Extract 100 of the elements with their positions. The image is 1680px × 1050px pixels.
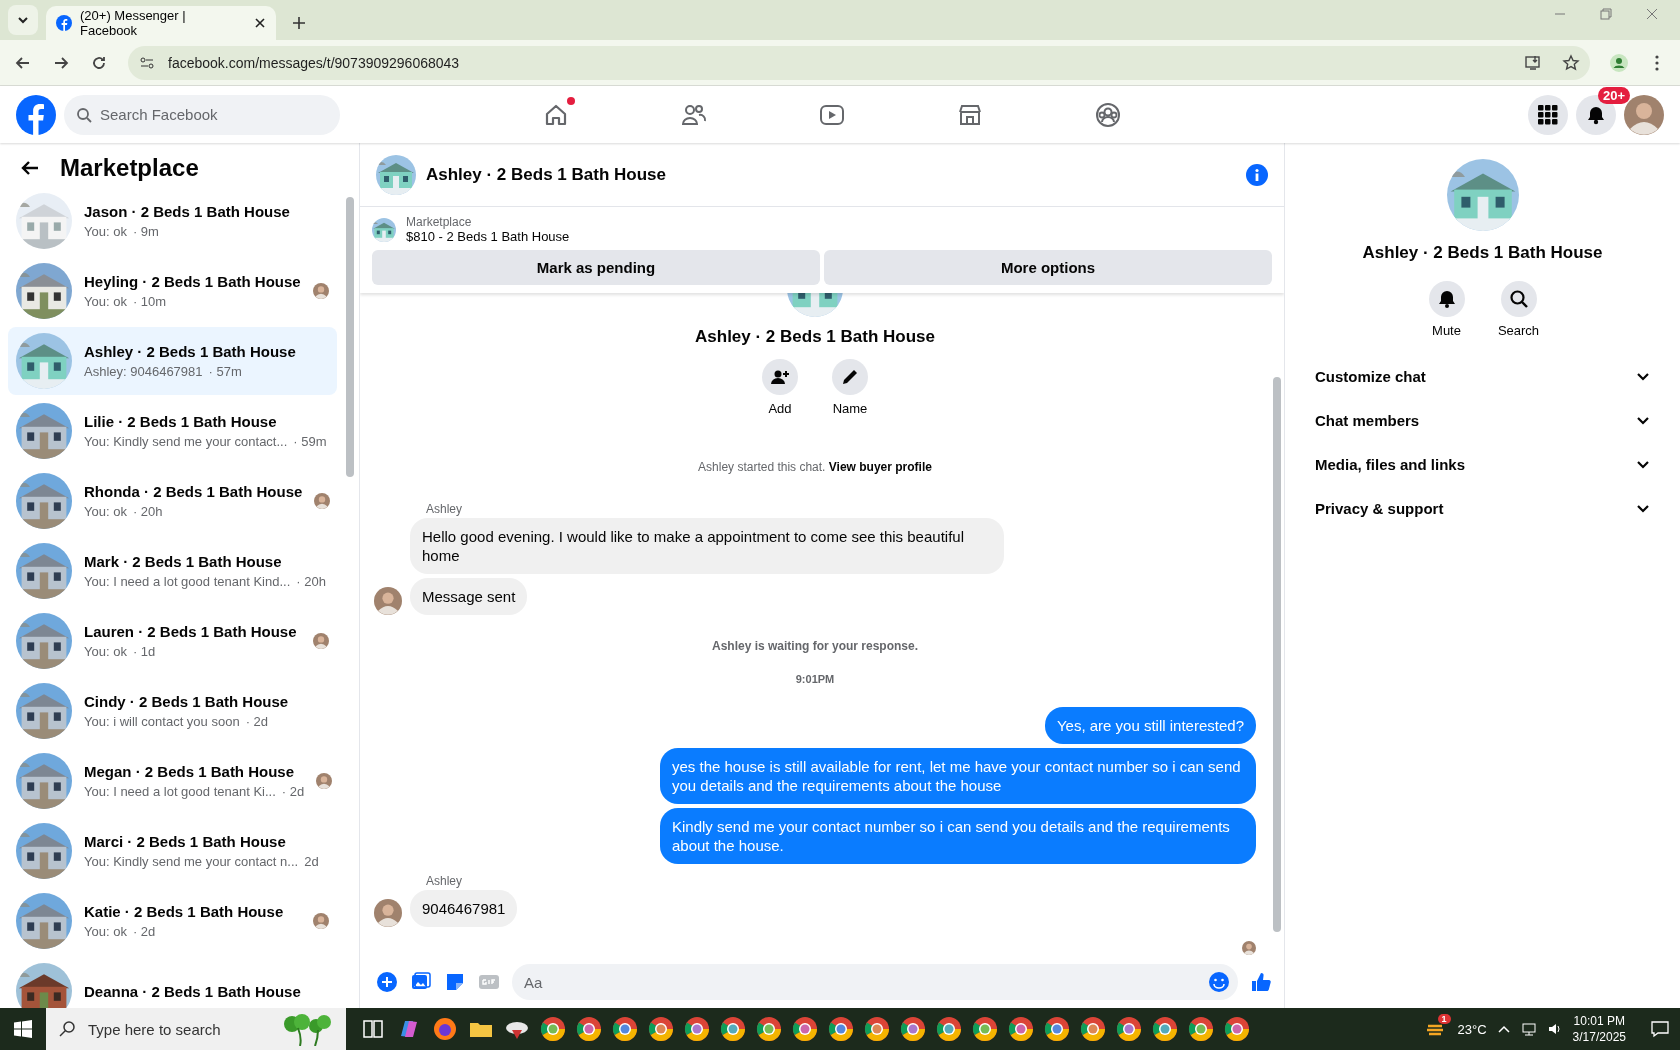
chrome-icon[interactable] [1224,1016,1250,1042]
message-bubble: Kindly send me your contact number so i can send you details and the requirements about the house. [660,808,1256,864]
conversation-name: Katie · 2 Beds 1 Bath House [84,903,285,920]
chrome-icon[interactable] [720,1016,746,1042]
chrome-icon[interactable] [1080,1016,1106,1042]
action-button[interactable]: Mark as pending [372,250,820,285]
message-time: · 59m [293,434,327,449]
conversation-name: Mark · 2 Beds 1 Bath House [84,553,283,570]
bookmark-star-icon[interactable] [1562,54,1580,72]
message-bubble: Message sent [410,578,528,615]
speaker-icon[interactable] [1546,1021,1563,1037]
chrome-icon[interactable] [540,1016,566,1042]
emoji-icon[interactable] [1208,971,1230,993]
tab-search-button[interactable] [8,5,38,35]
message-preview: You: ok [84,224,127,239]
start-icon[interactable] [14,1020,32,1038]
facebook-logo-icon[interactable] [16,94,56,135]
add-button[interactable] [762,359,798,395]
search-button[interactable] [1500,281,1537,317]
message-time: · 20h [296,574,326,589]
message-preview: You: ok [84,924,127,939]
details-title: Ashley · 2 Beds 1 Bath House [1362,243,1603,263]
chrome-icon[interactable] [936,1016,962,1042]
pencil-icon [840,367,860,387]
conversation-item[interactable]: Katie · 2 Beds 1 Bath House You: ok · 2d [8,887,337,955]
notification-center-icon[interactable] [1650,1019,1670,1039]
new-tab-icon[interactable] [292,16,306,30]
conversation-name: Marci · 2 Beds 1 Bath House [84,833,287,850]
sidebar-title: Marketplace [60,154,199,182]
search-field[interactable]: Search Facebook [64,94,340,135]
section-header[interactable]: Privacy & support [1301,486,1664,530]
conversation-item[interactable]: Heyling · 2 Beds 1 Bath House You: ok · 10m [8,257,337,325]
conversation-name: Heyling · 2 Beds 1 Bath House [84,273,301,290]
chrome-icon[interactable] [1116,1016,1142,1042]
groups-icon[interactable] [1094,100,1122,129]
site-settings-icon[interactable] [138,54,156,72]
chrome-icon[interactable] [684,1016,710,1042]
action-label: Mute [1432,323,1461,338]
conversation-item[interactable]: Marci · 2 Beds 1 Bath House You: Kindly send me your contact n... 2d [8,817,337,885]
close-icon[interactable] [254,17,266,29]
firefox-icon[interactable] [432,1016,458,1042]
conversation-item[interactable]: Rhonda · 2 Beds 1 Bath House You: ok · 20h [8,467,337,535]
name-button[interactable] [832,359,868,395]
conversation-item[interactable]: Lauren · 2 Beds 1 Bath House You: ok · 1d [8,607,337,675]
profile-avatar [1624,94,1664,135]
address-bar[interactable]: facebook.com/messages/t/9073909296068043 [128,46,1590,80]
sticker-icon[interactable] [444,971,466,993]
message-preview: You: Kindly send me your contact... [84,434,288,449]
search-placeholder: Search Facebook [100,106,218,123]
chrome-icon[interactable] [1008,1016,1034,1042]
buyer-profile-link[interactable]: View buyer profile [828,460,932,474]
chrome-icon[interactable] [1044,1016,1070,1042]
mute-button[interactable] [1428,281,1465,317]
sender-name: Ashley [426,502,464,516]
message-time: · 2d [132,924,156,939]
message-preview: You: ok [84,504,127,519]
conversation-name: Jason · 2 Beds 1 Bath House [84,203,291,220]
profile-icon[interactable] [1610,54,1628,72]
section-header[interactable]: Customize chat [1301,354,1664,398]
chrome-icon[interactable] [576,1016,602,1042]
conversation-item[interactable]: Mark · 2 Beds 1 Bath House You: I need a lot good tenant Kind... · 20h [8,537,337,605]
conversation-item[interactable]: Lilie · 2 Beds 1 Bath House You: Kindly send me your contact... · 59m [8,397,337,465]
conversation-item[interactable]: Jason · 2 Beds 1 Bath House You: ok · 9m [8,187,337,255]
conversation-item[interactable]: Megan · 2 Beds 1 Bath House You: I need a lot good tenant Ki... · 2d [8,747,337,815]
search-placeholder: Type here to search [88,1020,222,1038]
chrome-icon[interactable] [612,1016,638,1042]
chrome-icon[interactable] [1188,1016,1214,1042]
chrome-icon[interactable] [792,1016,818,1042]
chrome-icon[interactable] [900,1016,926,1042]
reload-icon[interactable] [90,54,108,72]
plus-icon[interactable] [376,971,398,993]
install-app-icon[interactable] [1524,54,1542,72]
input-placeholder: Aa [524,973,544,991]
section-header[interactable]: Chat members [1301,398,1664,442]
section-header[interactable]: Media, files and links [1301,442,1664,486]
conversation-item[interactable]: Cindy · 2 Beds 1 Bath House You: i will contact you soon · 2d [8,677,337,745]
chrome-icon[interactable] [648,1016,674,1042]
info-icon[interactable] [1246,163,1268,186]
message-bubble: Hello good evening. I would like to make a appointment to come see this beautiful home [410,518,1004,574]
section-title: Media, files and links [1315,455,1467,473]
chevron-down-icon [17,14,29,26]
chrome-icon[interactable] [972,1016,998,1042]
thumbs-up-icon[interactable] [1250,971,1272,993]
menu-button[interactable] [1528,94,1568,135]
conversation-item[interactable]: Ashley · 2 Beds 1 Bath House Ashley: 9046467981 · 57m [8,327,337,395]
browser-tab[interactable]: (20+) Messenger | Facebook [46,6,276,40]
message-time: · 2d [281,784,305,799]
seen-avatar [316,773,333,789]
message-preview: You: I need a lot good tenant Kind... [84,574,291,589]
chrome-icon[interactable] [756,1016,782,1042]
chrome-icon[interactable] [1152,1016,1178,1042]
chrome-icon[interactable] [864,1016,890,1042]
action-button[interactable]: More options [824,250,1272,285]
taskbar-search-field[interactable]: Type here to search [46,1008,346,1050]
conversation-name: Rhonda · 2 Beds 1 Bath House [84,483,303,500]
message-preview: You: Kindly send me your contact n... [84,854,299,869]
message-time: · 2d [245,714,269,729]
network-icon[interactable] [1520,1021,1537,1037]
chrome-icon[interactable] [828,1016,854,1042]
message-input[interactable]: Aa [512,964,1238,1000]
